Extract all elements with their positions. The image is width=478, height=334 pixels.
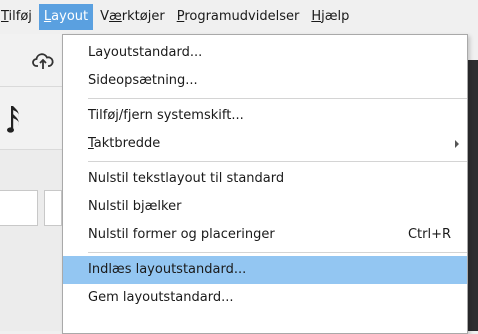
menu-item-sideopsaetning[interactable]: Sideopsætning... [63, 67, 467, 95]
menu-vaerktoejer[interactable]: Værktøjer [95, 4, 170, 30]
menu-programudvidelser-label: rogramudvidelser [184, 9, 300, 24]
menu-separator [88, 98, 467, 99]
submenu-arrow-icon [455, 140, 459, 148]
menu-item-indlaes-layoutstandard[interactable]: Indlæs layoutstandard... [63, 256, 467, 284]
menu-item-label: Nulstil former og placeringer [88, 227, 275, 242]
layout-menu: Layoutstandard... Sideopsætning... Tilfø… [62, 34, 468, 334]
music-note-icon[interactable] [7, 103, 25, 135]
menu-layout-label: ayout [51, 9, 89, 24]
menu-item-systemskift[interactable]: Tilføj/fjern systemskift... [63, 102, 467, 130]
menu-vaerktoejer-label: rktøjer [121, 9, 165, 24]
menu-separator [88, 252, 467, 253]
menu-tilfoej-label: ilføj [8, 9, 32, 24]
menu-item-label: aktbredde [93, 136, 161, 151]
menu-bar: Tilføj Layout Værktøjer Programudvidelse… [0, 0, 478, 34]
score-area [468, 34, 478, 331]
menu-item-shortcut: Ctrl+R [407, 227, 451, 242]
menu-bar-extension [468, 34, 478, 60]
menu-item-nulstil-bjaelker[interactable]: Nulstil bjælker [63, 193, 467, 221]
menu-hjaelp-mnemonic: H [311, 9, 322, 24]
menu-tilfoej[interactable]: Tilføj [0, 4, 37, 30]
menu-vaerktoejer-mnemonic: æ [109, 9, 122, 24]
menu-item-gem-layoutstandard[interactable]: Gem layoutstandard... [63, 284, 467, 312]
menu-item-label: Nulstil tekstlayout til standard [88, 171, 285, 186]
menu-layout[interactable]: Layout [38, 4, 94, 30]
menu-programudvidelser[interactable]: Programudvidelser [172, 4, 305, 30]
menu-item-label: Gem layoutstandard... [88, 290, 234, 305]
menu-item-nulstil-tekstlayout[interactable]: Nulstil tekstlayout til standard [63, 165, 467, 193]
menu-hjaelp-label: jælp [321, 9, 350, 24]
menu-item-taktbredde[interactable]: Taktbredde [63, 130, 467, 158]
menu-item-label: Nulstil bjælker [88, 199, 182, 214]
cloud-upload-icon[interactable] [32, 50, 54, 72]
menu-item-label: Tilføj/fjern systemskift... [88, 108, 244, 123]
panel-field[interactable] [0, 190, 38, 226]
menu-hjaelp[interactable]: Hjælp [306, 4, 354, 30]
menu-tilfoej-mnemonic: T [1, 9, 9, 24]
menu-item-label: Sideopsætning... [88, 73, 198, 88]
menu-item-label: Indlæs layoutstandard... [88, 262, 247, 277]
menu-separator [88, 161, 467, 162]
panel-field-2[interactable] [44, 190, 62, 226]
menu-item-label: Layoutstandard... [88, 45, 203, 60]
menu-item-layoutstandard[interactable]: Layoutstandard... [63, 39, 467, 67]
menu-item-nulstil-former[interactable]: Nulstil former og placeringer Ctrl+R [63, 221, 467, 249]
menu-vaerktoejer-pre: V [100, 9, 110, 24]
